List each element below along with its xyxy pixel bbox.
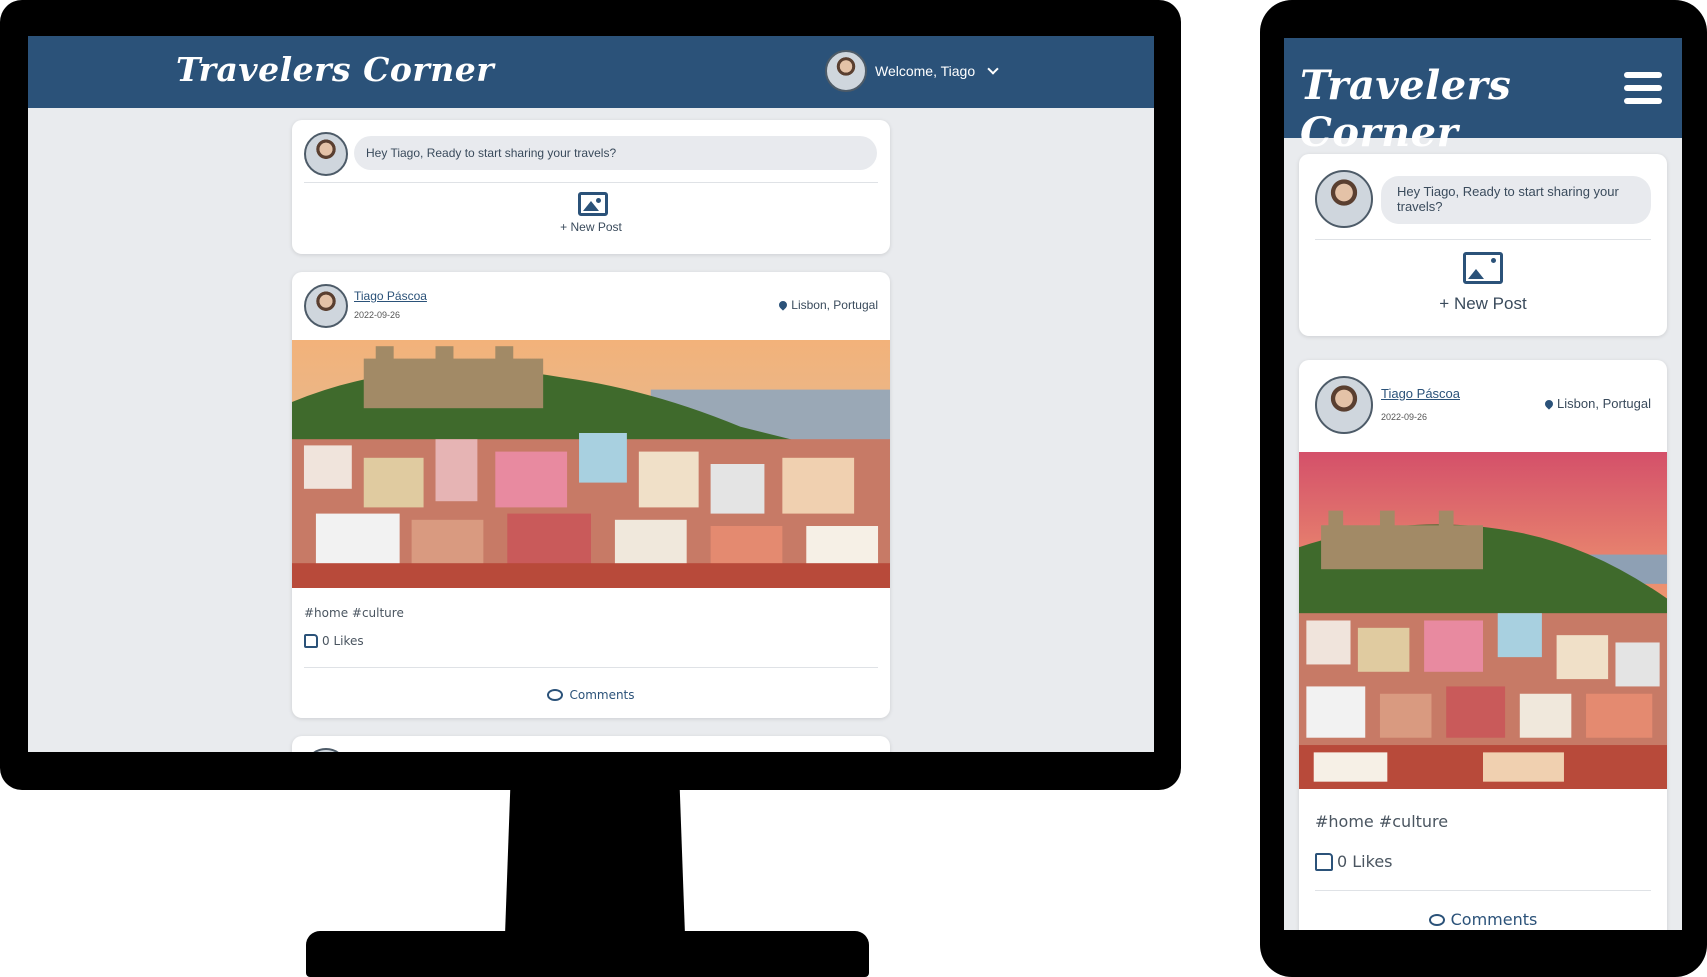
- divider: [1315, 890, 1651, 891]
- location-pin-icon: [777, 299, 789, 311]
- post-date: 2022-09-26: [1381, 412, 1428, 422]
- comments-label: Comments: [569, 688, 635, 702]
- compose-prompt[interactable]: Hey Tiago, Ready to start sharing your t…: [354, 136, 877, 170]
- post-location-text: Lisbon, Portugal: [791, 298, 878, 312]
- mobile-header: Travelers Corner: [1284, 38, 1682, 156]
- like-button[interactable]: 0 Likes: [304, 634, 364, 648]
- comments-icon: [1428, 913, 1445, 926]
- post-card: Tiago Páscoa 2022-09-26 Lisbon, Portugal: [1299, 360, 1667, 930]
- compose-card: Hey Tiago, Ready to start sharing your t…: [1299, 154, 1667, 336]
- compose-prompt[interactable]: Hey Tiago, Ready to start sharing your t…: [1381, 176, 1651, 224]
- post-photo[interactable]: [1299, 452, 1667, 789]
- welcome-text: Welcome, Tiago: [875, 63, 976, 79]
- image-icon[interactable]: [1463, 252, 1503, 284]
- post-tags[interactable]: #home #culture: [304, 606, 404, 620]
- comments-icon: [547, 689, 564, 701]
- avatar: [304, 132, 348, 176]
- desktop-monitor-stand: [505, 785, 685, 935]
- post-photo-illustration: [292, 340, 890, 588]
- comments-button[interactable]: Comments: [1299, 910, 1667, 929]
- brand-logo[interactable]: Travelers Corner: [176, 50, 494, 89]
- likes-count: 0 Likes: [1337, 852, 1393, 871]
- divider: [304, 182, 878, 183]
- thumbs-up-icon: [304, 634, 318, 648]
- image-icon[interactable]: [578, 192, 608, 216]
- desktop-monitor-base: [306, 931, 869, 977]
- next-post-card: [292, 736, 890, 752]
- phone-screen: Travelers Corner Hey Tiago, Ready to sta…: [1284, 38, 1682, 930]
- post-date: 2022-09-26: [354, 310, 401, 320]
- hamburger-menu-icon[interactable]: [1624, 72, 1662, 104]
- avatar: [1315, 376, 1373, 434]
- location-pin-icon: [1543, 397, 1555, 410]
- new-post-button[interactable]: + New Post: [1299, 294, 1667, 314]
- post-photo-illustration: [1299, 452, 1667, 789]
- user-menu[interactable]: Welcome, Tiago: [825, 50, 999, 92]
- desktop-screen: Travelers Corner Welcome, Tiago Hey Tiag…: [28, 36, 1154, 752]
- comments-button[interactable]: Comments: [292, 688, 890, 702]
- post-location: Lisbon, Portugal: [1543, 396, 1651, 411]
- post-author-link[interactable]: Tiago Páscoa: [1381, 386, 1460, 401]
- post-photo[interactable]: [292, 340, 890, 588]
- new-post-button[interactable]: + New Post: [292, 220, 890, 234]
- post-tags[interactable]: #home #culture: [1315, 812, 1448, 831]
- desktop-header: Travelers Corner Welcome, Tiago: [28, 36, 1154, 108]
- avatar: [825, 50, 867, 92]
- avatar: [1315, 170, 1373, 228]
- post-author-link[interactable]: Tiago Páscoa: [354, 289, 427, 303]
- avatar: [304, 284, 348, 328]
- chevron-down-icon: [987, 63, 999, 75]
- compose-card: Hey Tiago, Ready to start sharing your t…: [292, 120, 890, 254]
- divider: [1315, 239, 1651, 240]
- post-location-text: Lisbon, Portugal: [1557, 396, 1651, 411]
- post-card: Tiago Páscoa 2022-09-26 Lisbon, Portugal: [292, 272, 890, 718]
- like-button[interactable]: 0 Likes: [1315, 852, 1393, 871]
- thumbs-up-icon: [1315, 852, 1333, 871]
- likes-count: 0 Likes: [322, 634, 364, 648]
- comments-label: Comments: [1450, 910, 1538, 929]
- avatar: [304, 748, 348, 752]
- divider: [304, 667, 878, 668]
- post-location: Lisbon, Portugal: [777, 298, 878, 312]
